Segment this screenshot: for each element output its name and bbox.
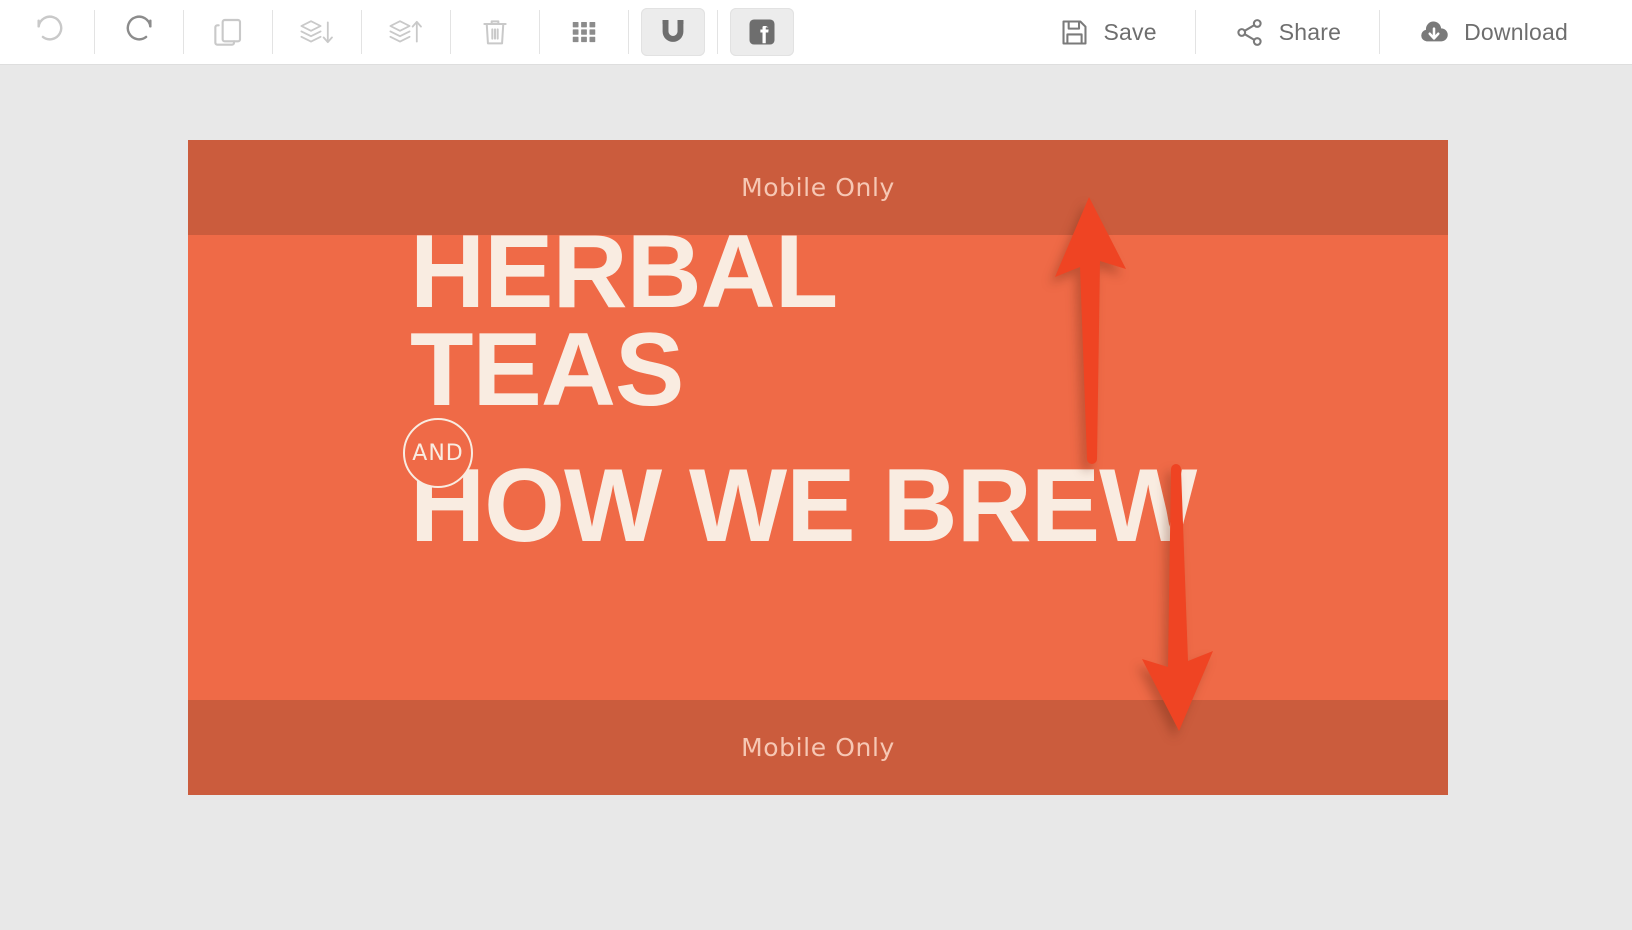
snap-toggle-button[interactable] [641,8,705,56]
grid-icon [569,17,599,47]
share-button-label: Share [1278,18,1342,45]
toolbar-divider [1379,10,1381,54]
magnet-icon [657,16,689,48]
arrow-down-shape[interactable] [1140,453,1218,736]
mobile-safe-area-bottom: Mobile Only [188,700,1448,795]
undo-icon [33,15,67,49]
toolbar-divider [1194,10,1196,54]
download-button-label: Download [1464,18,1568,45]
cloud-download-icon [1418,16,1450,48]
toolbar-divider [272,10,273,54]
send-backward-button[interactable] [285,8,349,56]
arrow-up-shape[interactable] [1050,197,1128,480]
bring-forward-button[interactable] [374,8,438,56]
undo-button[interactable] [18,8,82,56]
toolbar-divider [183,10,184,54]
facebook-icon [747,17,777,47]
duplicate-button[interactable] [196,8,260,56]
toolbar-divider [717,10,718,54]
toolbar-divider [539,10,540,54]
grid-button[interactable] [552,8,616,56]
floppy-disk-icon [1059,17,1090,48]
and-badge-label: AND [412,440,464,466]
toolbar-divider [361,10,362,54]
facebook-format-button[interactable] [730,8,794,56]
design-canvas[interactable]: Mobile Only HERBAL TEAS AND HOW WE BREW … [188,140,1448,795]
save-button[interactable]: Save [1033,9,1183,56]
toolbar-left-group [0,0,794,64]
toolbar-divider [628,10,629,54]
mobile-safe-area-top: Mobile Only [188,140,1448,235]
toolbar-right-group: Save Share Download [1033,0,1632,64]
share-nodes-icon [1234,17,1265,48]
mobile-only-label-top: Mobile Only [741,173,895,202]
layers-up-icon [388,15,424,49]
and-badge[interactable]: AND [403,418,473,488]
trash-icon [479,16,511,48]
save-button-label: Save [1103,18,1157,45]
download-button[interactable]: Download [1392,8,1594,56]
headline-line-3: HOW WE [410,448,856,564]
editor-workspace[interactable]: Mobile Only HERBAL TEAS AND HOW WE BREW … [0,65,1632,930]
toolbar-divider [94,10,95,54]
redo-icon [122,15,156,49]
mobile-only-label-bottom: Mobile Only [741,733,895,762]
headline-line-2: TEAS [410,311,684,428]
editor-toolbar: Save Share Download [0,0,1632,65]
headline-line-1: HERBAL [410,214,838,330]
duplicate-icon [212,16,244,48]
toolbar-divider [450,10,451,54]
redo-button[interactable] [107,8,171,56]
delete-button[interactable] [463,8,527,56]
headline-block-primary[interactable]: HERBAL TEAS [410,214,838,428]
layers-down-icon [299,15,335,49]
share-button[interactable]: Share [1208,9,1367,56]
